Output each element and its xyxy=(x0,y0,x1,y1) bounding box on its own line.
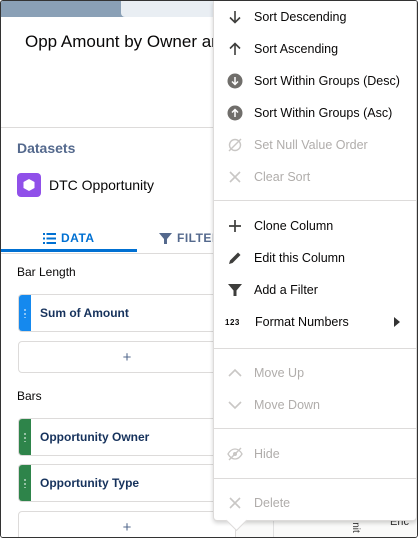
menu-divider xyxy=(214,348,416,349)
menu-item-add-filter[interactable]: Add a Filter xyxy=(214,276,416,304)
menu-item-sort-ascending[interactable]: Sort Ascending xyxy=(214,35,416,63)
circle-arrow-down-icon xyxy=(226,72,244,90)
filter-icon xyxy=(226,281,244,299)
menu-item-clear-sort: Clear Sort xyxy=(214,163,416,191)
null-icon xyxy=(226,136,244,154)
arrow-up-icon xyxy=(226,40,244,58)
active-tab-indicator xyxy=(1,249,137,252)
menu-item-hide: Hide xyxy=(214,440,416,468)
dimension-pill-label: Opportunity Owner xyxy=(40,430,150,444)
dataset-name: DTC Opportunity xyxy=(49,177,155,193)
pencil-icon xyxy=(226,249,244,267)
dataset-item[interactable]: DTC Opportunity xyxy=(17,173,154,197)
page-title[interactable]: Opp Amount by Owner an xyxy=(25,32,221,52)
panel-tabs: DATA FILTER xyxy=(1,225,231,254)
drag-handle-icon[interactable] xyxy=(19,465,31,501)
filter-icon xyxy=(159,232,172,244)
list-icon xyxy=(43,232,56,244)
menu-item-sort-groups-desc[interactable]: Sort Within Groups (Desc) xyxy=(214,67,416,95)
column-context-menu: Sort Descending Sort Ascending Sort With… xyxy=(213,1,417,532)
number-format-icon: 123 xyxy=(225,317,240,327)
menu-divider xyxy=(214,200,416,201)
bar-length-label: Bar Length xyxy=(17,265,76,279)
menu-item-sort-groups-asc[interactable]: Sort Within Groups (Asc) xyxy=(214,99,416,127)
menu-item-edit-column[interactable]: Edit this Column xyxy=(214,244,416,272)
arrow-down-icon xyxy=(226,8,244,26)
bars-label: Bars xyxy=(17,389,42,403)
add-measure-button[interactable]: + xyxy=(18,341,236,373)
dimension-pill-type[interactable]: Opportunity Type xyxy=(18,464,236,502)
lens-header: Opp Amount by Owner an xyxy=(1,17,231,128)
menu-item-clone-column[interactable]: Clone Column xyxy=(214,212,416,240)
tab-data[interactable]: DATA xyxy=(43,231,95,245)
menu-item-sort-descending[interactable]: Sort Descending xyxy=(214,3,416,31)
menu-item-delete: Delete xyxy=(214,489,416,517)
dataset-icon xyxy=(17,173,41,197)
datasets-heading: Datasets xyxy=(17,140,76,156)
chevron-down-icon xyxy=(226,396,244,414)
menu-item-move-down: Move Down xyxy=(214,391,416,419)
app-window: nit Eric Opp Amount by Owner an Datasets… xyxy=(0,0,418,538)
drag-handle-icon[interactable] xyxy=(19,419,31,455)
submenu-arrow-icon xyxy=(394,317,400,327)
drag-handle-icon[interactable] xyxy=(19,295,31,331)
add-dimension-button[interactable]: + xyxy=(18,511,236,537)
hide-icon xyxy=(226,445,244,463)
tab-data-label: DATA xyxy=(61,231,95,245)
close-icon xyxy=(226,494,244,512)
menu-divider xyxy=(214,478,416,479)
menu-item-format-numbers[interactable]: 123 Format Numbers xyxy=(214,308,416,336)
chevron-up-icon xyxy=(226,364,244,382)
tab-filters[interactable]: FILTER xyxy=(159,231,221,245)
close-icon xyxy=(226,168,244,186)
circle-arrow-up-icon xyxy=(226,104,244,122)
field-panel: Datasets DTC Opportunity DATA FILTER Bar… xyxy=(1,128,236,537)
menu-item-move-up: Move Up xyxy=(214,359,416,387)
chart-label-b: nit xyxy=(349,522,361,533)
measure-pill[interactable]: Sum of Amount xyxy=(18,294,236,332)
measure-pill-label: Sum of Amount xyxy=(40,306,129,320)
menu-divider xyxy=(214,428,416,429)
dimension-pill-owner[interactable]: Opportunity Owner xyxy=(18,418,236,456)
dimension-pill-label: Opportunity Type xyxy=(40,476,140,490)
plus-icon xyxy=(226,217,244,235)
menu-item-null-order: Set Null Value Order xyxy=(214,131,416,159)
